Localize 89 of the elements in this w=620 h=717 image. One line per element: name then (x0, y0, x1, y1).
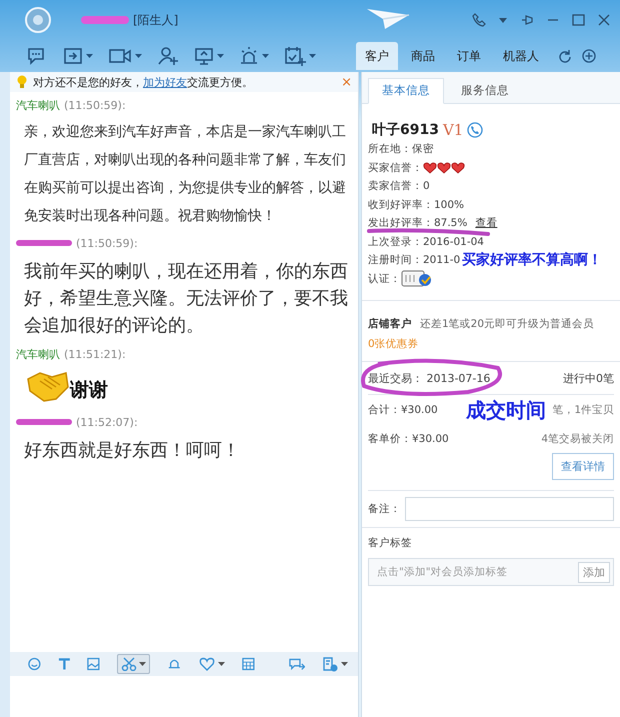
message-time: (11:51:21): (64, 348, 126, 360)
caret-icon[interactable] (499, 18, 507, 22)
info-tab[interactable]: 服务信息 (448, 78, 522, 103)
shop-customer-label: 店铺客户 (368, 317, 412, 331)
lightbulb-icon (16, 75, 28, 89)
info-tab[interactable]: 基本信息 (368, 78, 444, 104)
message-time: (11:50:59): (64, 98, 126, 112)
redaction-mark (16, 240, 72, 246)
closed-trades: 4笔交易被关闭 (541, 432, 614, 446)
trade-total: 合计：¥30.00 (368, 403, 438, 417)
caret-icon[interactable] (309, 54, 316, 58)
customer-name: 叶子6913 (372, 121, 439, 139)
profile-field: 卖家信誉：0 (368, 179, 430, 194)
tags-title: 客户标签 (368, 536, 413, 550)
heart-icon[interactable] (198, 657, 215, 671)
message-time: (11:50:59): (76, 236, 138, 250)
caret-icon[interactable] (262, 54, 269, 58)
font-icon[interactable] (58, 657, 70, 671)
caret-icon[interactable] (340, 662, 348, 666)
close-notice-button[interactable]: × (341, 74, 352, 90)
coupon-link[interactable]: 0张优惠券 (368, 337, 419, 351)
customer-tab[interactable]: 机器人 (494, 42, 548, 70)
customer-tab[interactable]: 订单 (448, 42, 490, 70)
redaction-mark (16, 419, 72, 425)
caret-icon[interactable] (218, 662, 225, 666)
redaction-mark (81, 16, 129, 24)
grid-icon[interactable] (242, 657, 255, 671)
message-text: 好东西就是好东西！呵呵！ (24, 439, 241, 463)
add-user-icon[interactable] (157, 46, 179, 66)
calendar-add-icon[interactable] (284, 46, 306, 66)
bell-icon[interactable] (167, 657, 182, 671)
contact-status: [陌生人] (133, 12, 178, 28)
ongoing-count: 进行中0笔 (563, 370, 614, 386)
heart-icon (422, 162, 437, 174)
image-icon[interactable] (87, 657, 100, 671)
screen-share-icon[interactable] (194, 46, 214, 66)
certificate-icon (400, 268, 433, 289)
chat-forward-icon[interactable] (288, 657, 305, 671)
notice-text: 对方还不是您的好友，加为好友交流更方便。 (32, 74, 253, 90)
note-field[interactable] (404, 497, 614, 521)
phone-icon[interactable] (472, 13, 486, 27)
view-link[interactable]: 查看 (475, 216, 498, 230)
profile-field: 发出好评率：87.5% (368, 216, 468, 230)
message-text: 亲，欢迎您来到汽车好声音，本店是一家汽车喇叭工厂直营店，对喇叭出现的各种问题非常了解，车友们在购买前可以提出咨询，为您提供专业的解答，以避免安装时出现各种问题。祝君购物愉快！ (24, 123, 347, 226)
sender-name: 汽车喇叭 (16, 346, 60, 362)
view-details-button[interactable]: 查看详情 (552, 453, 614, 480)
handshake-icon (26, 369, 70, 403)
pin-icon[interactable] (520, 13, 534, 27)
message-text: 我前年买的喇叭，现在还用着，你的东西好，希望生意兴隆。无法评价了，要不我会追加很好的评论的。 (24, 260, 349, 338)
avatar-icon[interactable] (25, 7, 51, 33)
refresh-icon[interactable] (558, 49, 572, 63)
smiley-icon[interactable] (28, 657, 41, 671)
heart-icon (436, 162, 451, 174)
add-icon[interactable] (582, 49, 596, 63)
profile-field: 买家信誉： (368, 160, 423, 175)
customer-tab[interactable]: 商品 (402, 42, 444, 70)
profile-field: 收到好评率：100% (368, 198, 464, 212)
recent-trade-date: 最近交易： 2013-07-16 (368, 370, 490, 386)
close-icon[interactable] (598, 14, 610, 26)
screenshot-button[interactable] (117, 654, 150, 674)
trade-count: 笔，1件宝贝 (552, 403, 614, 417)
history-icon[interactable] (322, 656, 338, 672)
profile-field: 注册时间：2011-0 (368, 253, 460, 268)
unit-price: 客单价：¥30.00 (368, 432, 449, 446)
level-label: V1 (442, 121, 464, 139)
message-time: (11:52:07): (76, 416, 138, 428)
add-tag-button[interactable]: 添加 (578, 562, 610, 582)
file-transfer-icon[interactable] (63, 46, 83, 66)
caret-icon[interactable] (86, 54, 93, 58)
alarm-light-icon[interactable] (239, 46, 259, 66)
heart-icon (450, 162, 465, 174)
caret-icon[interactable] (139, 662, 146, 666)
profile-field: 认证： (368, 272, 401, 286)
scissors-icon[interactable] (121, 657, 138, 671)
message-text: 谢谢 (70, 378, 108, 403)
add-friend-link[interactable]: 加为好友 (142, 76, 187, 88)
video-camera-icon[interactable] (108, 46, 132, 66)
upgrade-hint: 还差1笔或20元即可升级为普通会员 (420, 317, 594, 331)
profile-field: 上次登录：2016-01-04 (368, 234, 484, 249)
customer-tab[interactable]: 客户 (356, 42, 398, 70)
sender-name: 汽车喇叭 (16, 98, 60, 112)
caret-icon[interactable] (217, 54, 224, 58)
phone-icon[interactable] (467, 122, 484, 138)
profile-field: 所在地：保密 (368, 142, 434, 156)
annotation-text: 买家好评率不算高啊！ (462, 251, 602, 269)
caret-icon[interactable] (135, 54, 142, 58)
note-label: 备注： (368, 502, 401, 516)
tag-field[interactable]: 点击"添加"对会员添加标签 添加 (368, 558, 614, 586)
maximize-icon[interactable] (572, 14, 585, 26)
